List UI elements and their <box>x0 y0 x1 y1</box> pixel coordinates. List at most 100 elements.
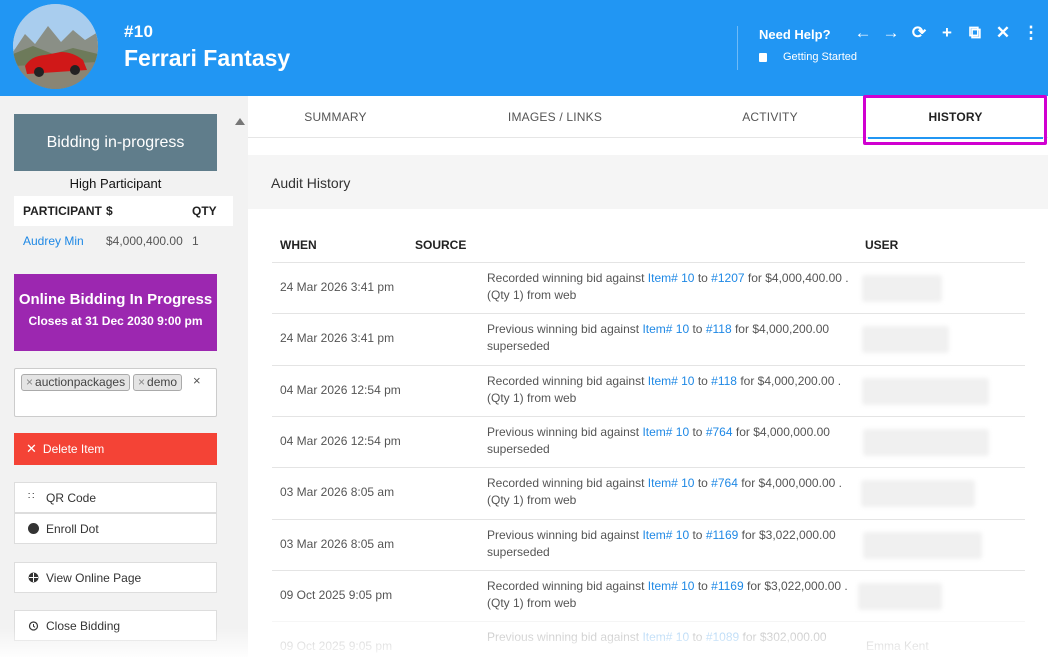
enroll-dot-button[interactable]: Enroll Dot <box>14 513 217 544</box>
bidder-link[interactable]: #1169 <box>706 528 738 542</box>
desc-text: Previous winning bid against <box>487 425 643 439</box>
tags-input[interactable]: × auctionpackages × demo × <box>14 368 217 417</box>
redacted-user <box>863 532 982 559</box>
table-row: 24 Mar 2026 3:41 pm Previous winning bid … <box>272 313 1025 364</box>
bidder-link[interactable]: #764 <box>711 476 738 490</box>
table-row: 04 Mar 2026 12:54 pm Recorded winning bid… <box>272 365 1025 416</box>
item-link[interactable]: Item# 10 <box>642 322 689 336</box>
participant-table-header: PARTICIPANT $ QTY <box>14 196 233 226</box>
redacted-user <box>862 326 949 353</box>
desc-text: (Qty 1) from web <box>487 288 577 302</box>
bidder-link[interactable]: #764 <box>706 425 733 439</box>
desc-text: to <box>694 579 712 593</box>
desc-text: Previous winning bid against <box>487 322 643 336</box>
row-when: 04 Mar 2026 12:54 pm <box>280 434 401 448</box>
desc-text: Recorded winning bid against <box>487 476 648 490</box>
redacted-user <box>861 480 975 507</box>
desc-text: superseded <box>487 545 550 559</box>
bidder-link[interactable]: #1169 <box>711 579 743 593</box>
qr-code-label: QR Code <box>46 490 97 505</box>
row-description: Recorded winning bid against Item# 10 to… <box>487 270 857 304</box>
col-user: USER <box>865 238 899 252</box>
row-when: 09 Oct 2025 9:05 pm <box>280 588 393 602</box>
header-divider <box>737 26 738 70</box>
participant-name-link[interactable]: Audrey Min <box>14 234 106 248</box>
tag-chip[interactable]: × auctionpackages <box>21 374 131 391</box>
close-icon: ✕ <box>26 441 37 456</box>
online-bidding-title: Online Bidding In Progress <box>18 291 213 308</box>
col-amount: $ <box>106 204 113 218</box>
desc-text: for $3,022,000.00 <box>738 528 836 542</box>
refresh-icon[interactable]: ⟳ <box>905 23 933 43</box>
desc-text: Recorded winning bid against <box>487 271 648 285</box>
desc-text: for $4,000,200.00 . <box>736 374 842 388</box>
delete-item-button[interactable]: ✕ Delete Item <box>14 433 217 465</box>
bidder-link[interactable]: #1207 <box>711 271 744 285</box>
desc-text: to <box>694 374 712 388</box>
more-vertical-icon[interactable]: ⋮ <box>1017 23 1045 43</box>
plus-icon[interactable]: + <box>933 23 961 43</box>
desc-text: (Qty 1) from web <box>487 596 577 610</box>
desc-text: to <box>689 528 706 542</box>
item-link[interactable]: Item# 10 <box>648 579 695 593</box>
table-row: 03 Mar 2026 8:05 am Recorded winning bid … <box>272 467 1025 518</box>
desc-text: Recorded winning bid against <box>487 374 648 388</box>
arrow-left-icon[interactable]: ← <box>849 23 877 43</box>
desc-text: Recorded winning bid against <box>487 579 648 593</box>
bidder-link[interactable]: #118 <box>711 374 737 388</box>
participant-row: Audrey Min $4,000,400.00 1 <box>14 226 233 256</box>
book-icon <box>759 52 767 62</box>
item-link[interactable]: Item# 10 <box>642 528 689 542</box>
row-description: Previous winning bid against Item# 10 to… <box>487 321 857 355</box>
tab-activity[interactable]: ACTIVITY <box>684 96 856 138</box>
item-link[interactable]: Item# 10 <box>648 271 695 285</box>
desc-text: to <box>689 322 706 336</box>
row-description: Recorded winning bid against Item# 10 to… <box>487 475 857 509</box>
history-tab-highlight <box>863 95 1047 145</box>
tag-remove-icon[interactable]: × <box>26 375 33 389</box>
view-online-page-label: View Online Page <box>46 570 142 585</box>
app-header: #10 Ferrari Fantasy Need Help? Getting S… <box>0 0 1048 96</box>
row-when: 04 Mar 2026 12:54 pm <box>280 383 401 397</box>
item-title: Ferrari Fantasy <box>124 45 291 71</box>
view-online-page-button[interactable]: View Online Page <box>14 562 217 593</box>
row-when: 24 Mar 2026 3:41 pm <box>280 331 395 345</box>
row-when: 03 Mar 2026 8:05 am <box>280 537 395 551</box>
tab-images-links[interactable]: IMAGES / LINKS <box>448 96 662 138</box>
qr-code-button[interactable]: ∷ QR Code <box>14 482 217 513</box>
tab-summary[interactable]: SUMMARY <box>248 96 423 138</box>
audit-history-title: Audit History <box>271 175 351 191</box>
item-link[interactable]: Item# 10 <box>648 476 695 490</box>
row-description: Previous winning bid against Item# 10 to… <box>487 424 857 458</box>
col-source: SOURCE <box>415 238 467 252</box>
arrow-right-icon[interactable]: → <box>877 23 905 43</box>
tag-chip[interactable]: × demo <box>133 374 183 391</box>
desc-text: to <box>694 271 712 285</box>
table-row: 24 Mar 2026 3:41 pm Recorded winning bid … <box>272 262 1025 313</box>
close-icon[interactable]: ✕ <box>989 23 1017 43</box>
clear-tags-icon[interactable]: × <box>193 373 201 388</box>
col-qty: QTY <box>192 204 217 218</box>
scroll-up-arrow-icon[interactable] <box>235 118 245 125</box>
getting-started-label: Getting Started <box>783 51 857 63</box>
item-link[interactable]: Item# 10 <box>642 425 689 439</box>
redacted-user <box>858 583 942 610</box>
item-avatar <box>13 4 98 89</box>
desc-text: for $4,000,200.00 <box>731 322 830 336</box>
closes-at-text: Closes at 31 Dec 2030 9:00 pm <box>28 314 203 328</box>
participant-qty: 1 <box>192 234 199 248</box>
getting-started-link[interactable]: Getting Started <box>759 51 857 63</box>
dot-icon <box>28 523 39 534</box>
row-description: Recorded winning bid against Item# 10 to… <box>487 373 857 407</box>
tag-label: auctionpackages <box>35 375 126 389</box>
delete-item-label: Delete Item <box>42 442 105 456</box>
table-row: 03 Mar 2026 8:05 am Previous winning bid … <box>272 519 1025 570</box>
bidder-link[interactable]: #118 <box>706 322 732 336</box>
desc-text: to <box>689 425 706 439</box>
item-link[interactable]: Item# 10 <box>648 374 695 388</box>
high-participant-heading: High Participant <box>69 176 162 191</box>
desc-text: for $4,000,000.00 <box>732 425 830 439</box>
copy-icon[interactable]: ⧉ <box>961 23 989 43</box>
desc-text: to <box>694 476 712 490</box>
tag-remove-icon[interactable]: × <box>138 375 145 389</box>
